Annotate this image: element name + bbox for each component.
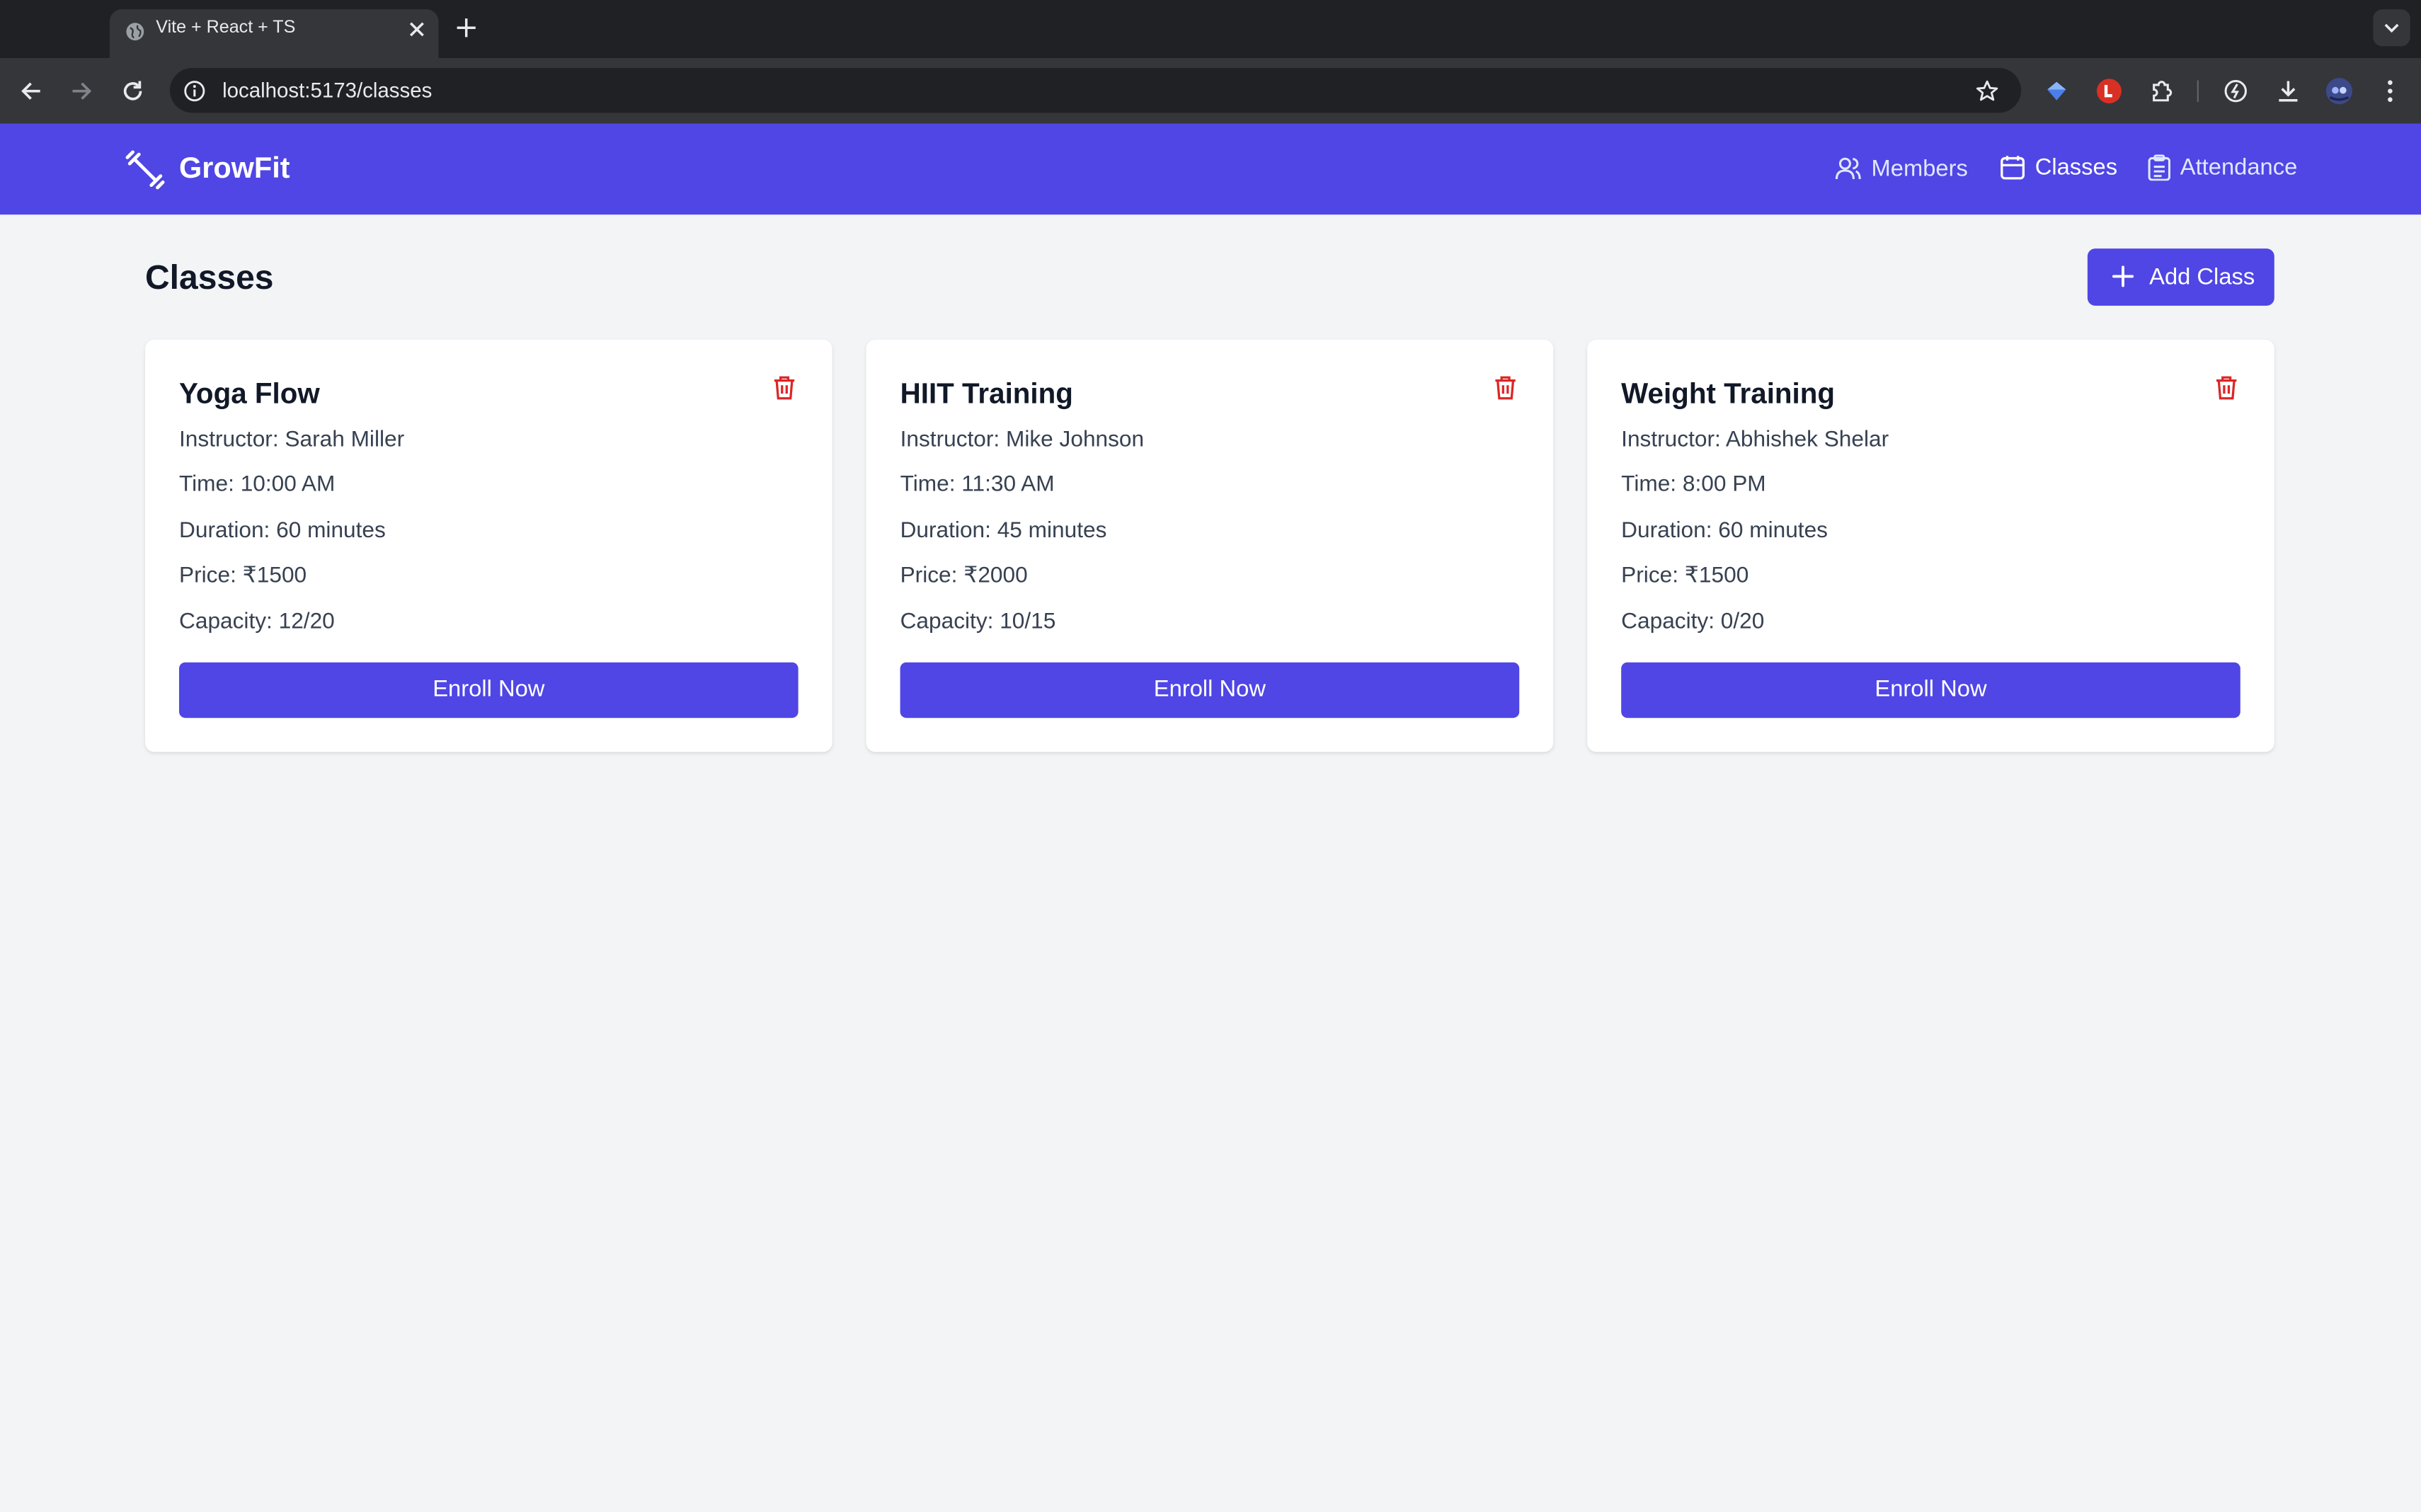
plus-icon — [2112, 265, 2134, 287]
class-card: Weight Training Instructor: Abhishek She… — [1587, 339, 2274, 752]
new-tab-icon[interactable] — [454, 16, 479, 40]
trash-icon[interactable] — [1492, 374, 1519, 401]
extension-blue-icon[interactable] — [2043, 77, 2071, 105]
app-header: GrowFit Members Classes Attendance — [0, 123, 2421, 215]
class-time: Time: 10:00 AM — [179, 472, 336, 498]
forward-arrow-icon[interactable] — [68, 77, 96, 105]
toolbar-divider — [2197, 80, 2199, 102]
site-info-icon[interactable] — [184, 80, 206, 102]
class-instructor: Instructor: Mike Johnson — [900, 428, 1145, 453]
add-class-label: Add Class — [2149, 263, 2255, 291]
browser-toolbar: localhost:5173/classes — [0, 58, 2421, 124]
avatar[interactable] — [2325, 77, 2353, 105]
brand-name[interactable]: GrowFit — [179, 153, 290, 187]
trash-icon[interactable] — [2213, 374, 2240, 401]
url-text[interactable]: localhost:5173/classes — [222, 79, 432, 102]
extension-red-icon[interactable] — [2095, 77, 2123, 105]
browser-tab-strip: Vite + React + TS — [0, 0, 2421, 59]
nav-members[interactable]: Members — [1834, 154, 1968, 182]
class-duration: Duration: 60 minutes — [179, 518, 386, 544]
class-name: Weight Training — [1621, 377, 1836, 409]
nav-attendance-label: Attendance — [2180, 154, 2298, 181]
class-capacity: Capacity: 0/20 — [1621, 609, 1765, 635]
calendar-icon — [2001, 156, 2025, 180]
kebab-menu-icon[interactable] — [2376, 77, 2404, 105]
download-icon[interactable] — [2274, 77, 2302, 105]
class-card: HIIT Training Instructor: Mike Johnson T… — [866, 339, 1554, 752]
nav-classes-label: Classes — [2034, 154, 2118, 181]
page-title: Classes — [145, 258, 274, 297]
address-bar[interactable]: localhost:5173/classes — [169, 67, 2022, 113]
class-card: Yoga Flow Instructor: Sarah Miller Time:… — [145, 339, 832, 752]
nav-members-label: Members — [1871, 155, 1968, 182]
browser-tab[interactable]: Vite + React + TS — [109, 9, 439, 59]
bookmark-star-icon[interactable] — [1975, 79, 2000, 103]
class-capacity: Capacity: 10/15 — [900, 609, 1056, 635]
close-icon[interactable] — [408, 20, 426, 38]
puzzle-icon[interactable] — [2148, 77, 2175, 105]
dumbbell-icon — [125, 150, 165, 190]
class-price: Price: ₹1500 — [1621, 563, 1749, 589]
class-name: HIIT Training — [900, 377, 1073, 409]
clipboard-icon — [2148, 154, 2170, 181]
class-name: Yoga Flow — [179, 377, 320, 409]
add-class-button[interactable]: Add Class — [2087, 248, 2274, 306]
nav-classes[interactable]: Classes — [2000, 154, 2118, 181]
tab-search-button[interactable] — [2373, 9, 2410, 47]
class-time: Time: 11:30 AM — [900, 472, 1055, 498]
class-instructor: Instructor: Sarah Miller — [179, 428, 405, 453]
back-arrow-icon[interactable] — [17, 77, 45, 105]
trash-icon[interactable] — [770, 374, 798, 401]
enroll-button[interactable]: Enroll Now — [179, 662, 799, 718]
class-capacity: Capacity: 12/20 — [179, 609, 335, 635]
reload-icon[interactable] — [119, 77, 147, 105]
nav-attendance[interactable]: Attendance — [2148, 154, 2297, 181]
performance-icon[interactable] — [2222, 77, 2250, 105]
users-icon — [1835, 157, 1861, 180]
globe-icon — [126, 23, 144, 41]
tab-title: Vite + React + TS — [156, 18, 296, 38]
class-duration: Duration: 45 minutes — [900, 518, 1107, 544]
class-price: Price: ₹2000 — [900, 563, 1028, 589]
enroll-button[interactable]: Enroll Now — [900, 662, 1520, 718]
class-time: Time: 8:00 PM — [1621, 472, 1766, 498]
class-duration: Duration: 60 minutes — [1621, 518, 1828, 544]
chevron-down-icon — [2384, 23, 2399, 33]
class-price: Price: ₹1500 — [179, 563, 307, 589]
class-instructor: Instructor: Abhishek Shelar — [1621, 428, 1889, 453]
enroll-button[interactable]: Enroll Now — [1621, 662, 2240, 718]
